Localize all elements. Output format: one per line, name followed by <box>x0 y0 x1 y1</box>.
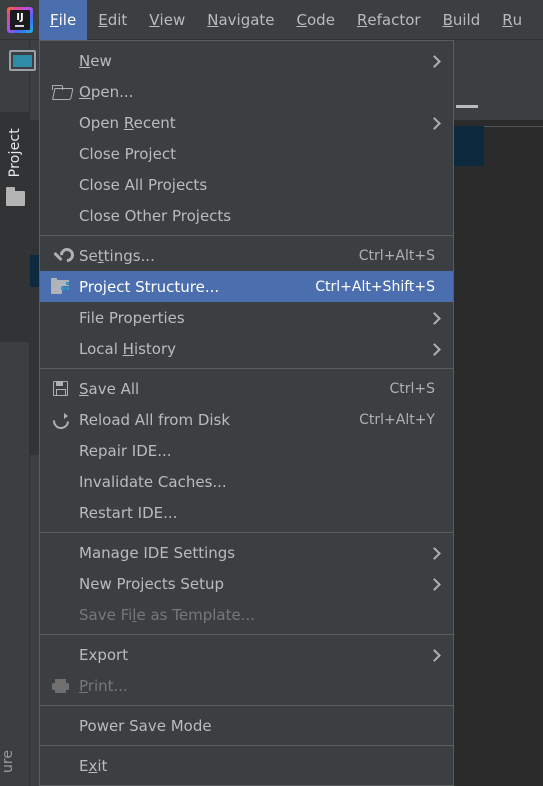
menu-item-label: Close All Projects <box>79 175 208 194</box>
chevron-right-icon <box>429 343 441 355</box>
menu-item-restart-ide[interactable]: Restart IDE... <box>40 497 453 528</box>
logo-text: IJ <box>16 12 24 23</box>
project-structure-icon <box>47 271 73 302</box>
minimize-bar-icon[interactable] <box>456 105 478 108</box>
menu-item-shortcut: Ctrl+Alt+S <box>358 247 435 264</box>
menu-item-label: Manage IDE Settings <box>79 543 236 562</box>
menu-item-label: Close Other Projects <box>79 206 232 225</box>
menubar-item-build[interactable]: Build <box>432 0 492 40</box>
menu-item-label: Project Structure... <box>79 277 220 296</box>
chevron-right-icon <box>429 547 441 559</box>
chevron-right-icon <box>429 312 441 324</box>
chevron-right-icon <box>429 55 441 67</box>
intellij-idea-logo: IJ <box>7 6 33 33</box>
file-menu-dropdown[interactable]: New Open... Open Recent Close Project Close … <box>39 40 454 786</box>
menu-item-label: Power Save Mode <box>79 716 212 735</box>
sidebar-item-project[interactable]: Project <box>0 112 30 342</box>
menu-item-repair-ide[interactable]: Repair IDE... <box>40 435 453 466</box>
menu-item-exit[interactable]: Exit <box>40 750 453 781</box>
menu-item-open-recent[interactable]: Open Recent <box>40 107 453 138</box>
wrench-icon <box>47 240 73 271</box>
menu-item-label: Local History <box>79 339 177 358</box>
ide-window: Project ure IJ File Edit View Navigate Code R… <box>0 0 543 786</box>
menubar-item-edit[interactable]: Edit <box>87 0 138 40</box>
menu-separator <box>40 368 453 369</box>
menu-item-label: Open... <box>79 82 134 101</box>
menu-separator <box>40 705 453 706</box>
menu-item-project-structure[interactable]: Project Structure... Ctrl+Alt+Shift+S <box>40 271 453 302</box>
menu-separator <box>40 745 453 746</box>
menu-item-shortcut: Ctrl+S <box>389 380 435 397</box>
menu-item-label: New Projects Setup <box>79 574 225 593</box>
menu-item-label: Open Recent <box>79 113 176 132</box>
menu-item-open[interactable]: Open... <box>40 76 453 107</box>
menu-item-new-projects-setup[interactable]: New Projects Setup <box>40 568 453 599</box>
print-icon <box>47 670 73 701</box>
chevron-right-icon <box>429 578 441 590</box>
sidebar-item-structure[interactable]: ure <box>0 750 30 786</box>
menu-item-manage-ide-settings[interactable]: Manage IDE Settings <box>40 537 453 568</box>
menu-item-settings[interactable]: Settings... Ctrl+Alt+S <box>40 240 453 271</box>
menubar-item-navigate[interactable]: Navigate <box>196 0 285 40</box>
folder-icon <box>5 187 25 207</box>
menu-separator <box>40 634 453 635</box>
menu-item-export[interactable]: Export <box>40 639 453 670</box>
menu-item-label: File Properties <box>79 308 185 327</box>
menubar-item-code[interactable]: Code <box>286 0 346 40</box>
window-icon[interactable] <box>8 48 37 72</box>
menu-item-invalidate-caches[interactable]: Invalidate Caches... <box>40 466 453 497</box>
menu-item-close-all-projects[interactable]: Close All Projects <box>40 169 453 200</box>
menu-item-label: Print... <box>79 676 128 695</box>
menu-item-label: Reload All from Disk <box>79 410 231 429</box>
menu-item-label: Save All <box>79 379 140 398</box>
menu-item-close-project[interactable]: Close Project <box>40 138 453 169</box>
project-tab-label: Project <box>7 128 23 178</box>
menu-item-local-history[interactable]: Local History <box>40 333 453 364</box>
menu-item-close-other-projects[interactable]: Close Other Projects <box>40 200 453 231</box>
menu-item-label: New <box>79 51 112 70</box>
chevron-right-icon <box>429 117 441 129</box>
chevron-right-icon <box>429 649 441 661</box>
menubar-item-ru[interactable]: Ru <box>491 0 533 40</box>
menu-item-label: Close Project <box>79 144 176 163</box>
menu-item-label: Exit <box>79 756 108 775</box>
menu-item-label: Repair IDE... <box>79 441 172 460</box>
folder-open-icon <box>47 76 73 107</box>
menu-item-label: Export <box>79 645 129 664</box>
menu-item-label: Save File as Template... <box>79 605 255 624</box>
menubar-item-view[interactable]: View <box>138 0 196 40</box>
save-icon <box>47 373 73 404</box>
menu-separator <box>40 235 453 236</box>
menu-separator <box>40 532 453 533</box>
menu-item-new[interactable]: New <box>40 45 453 76</box>
menu-item-shortcut: Ctrl+Alt+Shift+S <box>315 278 435 295</box>
menu-item-reload-all-from-disk[interactable]: Reload All from Disk Ctrl+Alt+Y <box>40 404 453 435</box>
menu-item-label: Restart IDE... <box>79 503 178 522</box>
menu-item-print: Print... <box>40 670 453 701</box>
menu-item-label: Invalidate Caches... <box>79 472 227 491</box>
menubar-item-refactor[interactable]: Refactor <box>346 0 432 40</box>
menubar-item-file[interactable]: File <box>39 0 88 40</box>
menu-item-file-properties[interactable]: File Properties <box>40 302 453 333</box>
menu-item-label: Settings... <box>79 246 155 265</box>
structure-tab-label: ure <box>0 750 16 773</box>
menu-bar: IJ File Edit View Navigate Code Refactor Build… <box>0 0 543 40</box>
reload-icon <box>47 404 73 435</box>
menu-item-save-file-as-template: Save File as Template... <box>40 599 453 630</box>
menu-item-power-save-mode[interactable]: Power Save Mode <box>40 710 453 741</box>
menu-item-save-all[interactable]: Save All Ctrl+S <box>40 373 453 404</box>
menu-item-shortcut: Ctrl+Alt+Y <box>359 411 435 428</box>
